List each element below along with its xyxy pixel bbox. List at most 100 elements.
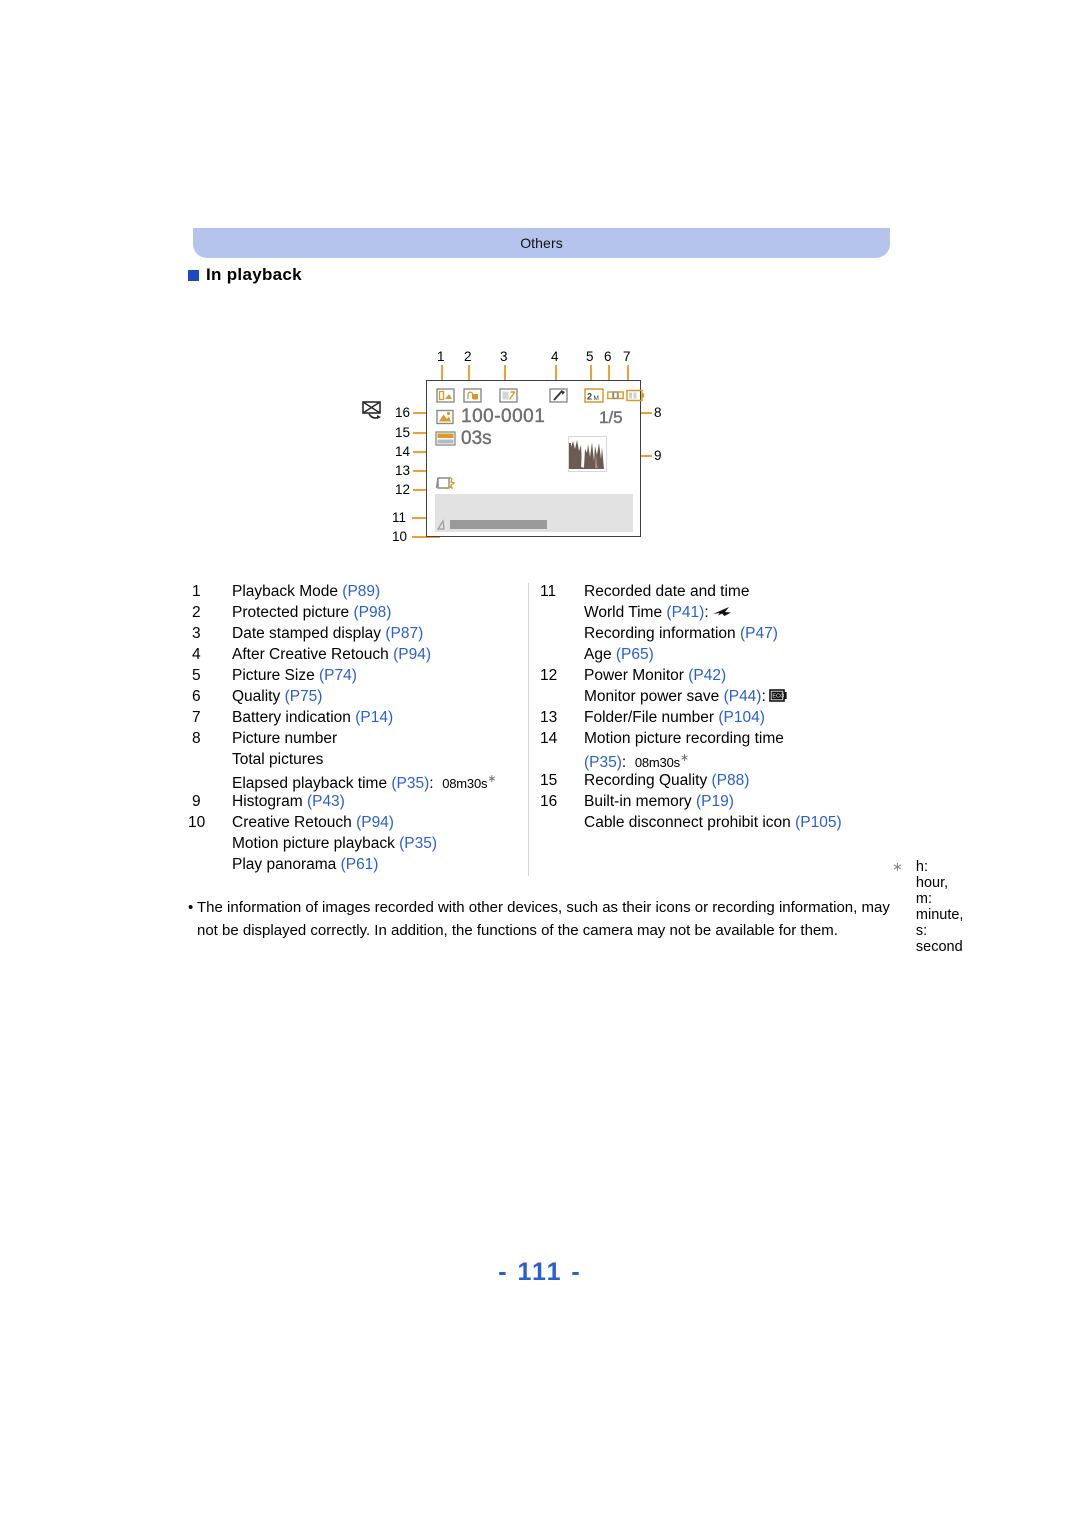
legend-left-column: 1 Playback Mode (P89) 2 Protected pictur… [188,583,518,877]
legend-row-15: 15 Recording Quality (P88) [540,772,910,793]
callout-number-6: 6 [604,349,612,364]
legend-label: Battery indication (P14) [232,709,394,726]
legend-index: 15 [540,772,558,789]
note-text: The information of images recorded with … [197,899,890,939]
callout-number-1: 1 [437,349,445,364]
legend-row-8-elapsed: Elapsed playback time (P35): 08m30s∗ [188,772,518,793]
legend-row-14-time: (P35): 08m30s∗ [540,751,910,772]
callout-number-3: 3 [500,349,508,364]
legend-row-11-age: Age (P65) [540,646,910,667]
legend-footnote: ∗ h: hour, m: minute, s: second [892,859,963,955]
legend-index: 2 [192,604,201,621]
section-heading-label: In playback [206,265,302,284]
legend-index: 11 [540,583,557,600]
footnote-text: h: hour, m: minute, s: second [915,859,964,955]
legend-label: World Time (P41): [584,604,732,624]
legend-label: Cable disconnect prohibit icon (P105) [584,814,842,831]
legend-row-11-world-time: World Time (P41): [540,604,910,625]
picture-size-2m-icon: 2 M [584,388,604,403]
legend-label: Date stamped display (P87) [232,625,424,642]
legend-index: 5 [192,667,201,684]
callout-number-15: 15 [395,425,411,440]
playback-mode-icon [436,388,455,403]
legend-row-2: 2 Protected picture (P98) [188,604,518,625]
legend-label: Elapsed playback time (P35): 08m30s∗ [232,773,497,793]
cable-disconnect-prohibit-icon [361,399,387,423]
legend-label: Age (P65) [584,646,654,663]
svg-text:2: 2 [587,392,592,402]
quality-icon [607,389,624,402]
built-in-memory-icon [436,409,455,425]
legend-row-14: 14 Motion picture recording time [540,730,910,751]
legend-label: Recording information (P47) [584,625,778,642]
picture-number-value: 1/5 [599,408,623,427]
legend-label: Creative Retouch (P94) [232,814,394,831]
callout-number-2: 2 [464,349,472,364]
legend-label: (P35): 08m30s∗ [584,752,690,772]
legend-row-12: 12 Power Monitor (P42) [540,667,910,688]
legend-label: Folder/File number (P104) [584,709,765,726]
folder-file-number-value: 100-0001 [461,406,546,427]
legend-index: 9 [192,793,201,810]
creative-retouch-arrow-icon [436,518,449,531]
legend-row-9: 9 Histogram (P43) [188,793,518,814]
page-number: - 111 - [498,1258,582,1286]
callout-number-14: 14 [395,444,411,459]
legend-index: 13 [540,709,558,726]
bottom-note: • The information of images recorded wit… [188,896,896,942]
legend-index: 16 [540,793,558,810]
legend-row-4: 4 After Creative Retouch (P94) [188,646,518,667]
legend-label: Built-in memory (P19) [584,793,734,810]
legend-index: 1 [192,583,201,600]
playback-screen-diagram: 1 2 3 4 5 6 7 8 9 16 15 14 13 12 11 10 2… [355,350,685,560]
callout-number-13: 13 [395,463,411,478]
legend-label: Histogram (P43) [232,793,345,810]
date-stamped-display-icon [499,388,518,403]
chapter-title: Others [520,235,563,251]
legend-label: Play panorama (P61) [232,856,379,873]
legend-label: Motion picture recording time [584,730,784,747]
footnote-symbol: ∗ [892,859,903,874]
asterisk-mark: ∗ [487,773,497,785]
legend-row-5: 5 Picture Size (P74) [188,667,518,688]
playback-progress-bar [450,520,547,529]
legend-row-11: 11 Recorded date and time [540,583,910,604]
legend-row-8: 8 Picture number [188,730,518,751]
recording-time-sample: 08m30s [634,755,680,771]
section-bullet-square-icon [188,269,199,281]
legend-row-10-motion: Motion picture playback (P35) [188,835,518,856]
callout-number-11: 11 [392,510,407,525]
legend-row-10-panorama: Play panorama (P61) [188,856,518,877]
legend-label: Protected picture (P98) [232,604,392,621]
airplane-icon [712,605,732,624]
section-heading: In playback [188,265,302,285]
legend-label: After Creative Retouch (P94) [232,646,432,663]
legend-index: 10 [188,814,206,831]
legend-index: 3 [192,625,201,642]
legend-label: Recorded date and time [584,583,750,600]
note-bullet-icon: • [188,899,194,916]
callout-number-7: 7 [623,349,631,364]
legend-label: Recording Quality (P88) [584,772,750,789]
elapsed-time-sample: 08m30s [442,776,488,792]
callout-number-10: 10 [392,529,408,544]
callout-number-12: 12 [395,482,411,497]
legend-row-8-total: Total pictures [188,751,518,772]
legend-index: 4 [192,646,201,663]
svg-text:M: M [594,395,599,402]
legend-row-12-power-save: Monitor power save (P44): ECO [540,688,910,709]
legend-index: 14 [540,730,558,747]
svg-text:ECO: ECO [772,694,785,700]
legend-index: 7 [192,709,201,726]
chapter-header-bar: Others [193,228,890,258]
legend-index: 12 [540,667,558,684]
legend-row-13: 13 Folder/File number (P104) [540,709,910,730]
eco-monitor-icon: ECO [768,688,788,708]
legend-label: Picture number [232,730,338,747]
after-creative-retouch-icon [549,388,568,403]
protected-picture-icon [463,388,482,403]
legend-row-16: 16 Built-in memory (P19) [540,793,910,814]
legend-index: 6 [192,688,201,705]
callout-number-8: 8 [654,405,662,420]
legend-row-10: 10 Creative Retouch (P94) [188,814,518,835]
